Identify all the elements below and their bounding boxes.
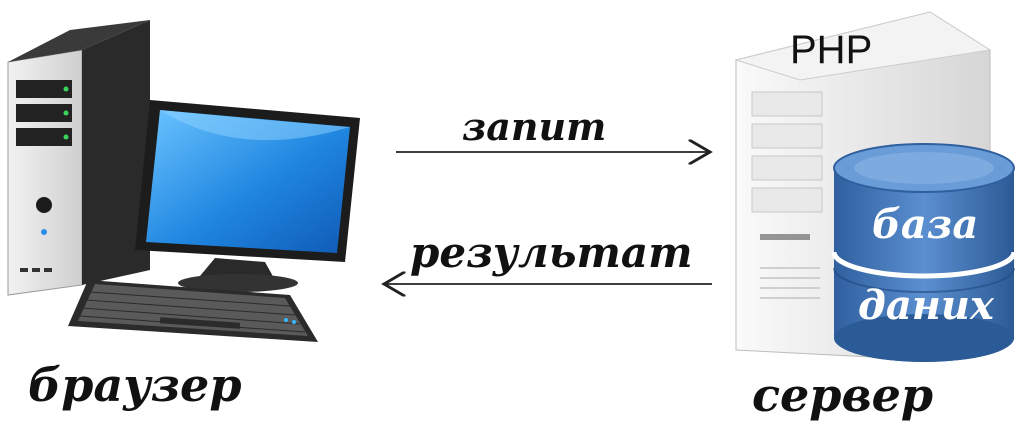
pc-tower: [7, 20, 150, 296]
desktop-computer-icon: [7, 20, 360, 342]
request-label: запит: [462, 104, 607, 149]
client-label: браузер: [28, 358, 242, 412]
result-label: результат: [410, 228, 693, 277]
php-label: PHP: [790, 28, 873, 72]
server-label: сервер: [752, 368, 934, 422]
database-label-line1: база: [872, 201, 979, 248]
pc-monitor: [135, 100, 360, 292]
client-server-diagram: PHP запит результат база даних браузер с…: [0, 0, 1023, 421]
database-cylinder-icon: [831, 143, 1017, 362]
database-label-line2: даних: [858, 282, 994, 329]
